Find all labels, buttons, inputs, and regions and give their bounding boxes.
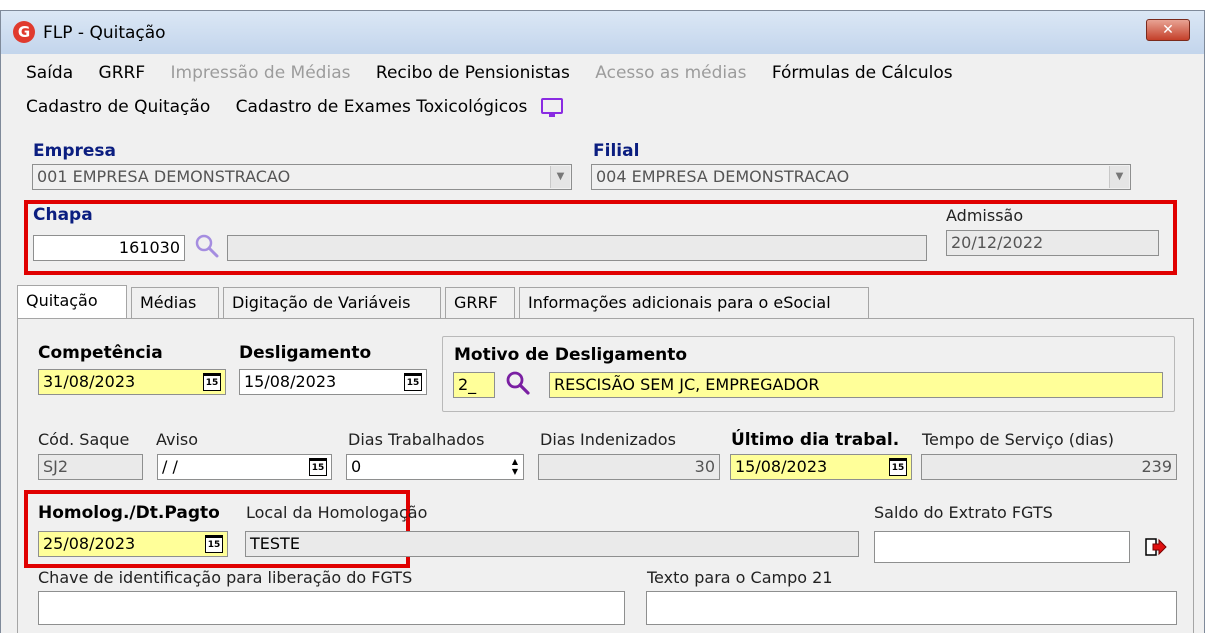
menu-acesso-medias: Acesso as médias [595,63,747,83]
filial-combo[interactable]: 004 EMPRESA DEMONSTRACAO ▼ [591,164,1131,190]
tab-digitacao-variaveis[interactable]: Digitação de Variáveis [223,287,441,319]
campo21-input[interactable] [646,591,1177,625]
title-bar[interactable]: G FLP - Quitação ✕ [1,11,1204,54]
admissao-label: Admissão [946,206,1024,225]
saldo-fgts-label: Saldo do Extrato FGTS [874,503,1053,522]
competencia-label: Competência [38,343,163,363]
local-homolog-label: Local da Homologação [246,503,428,522]
menu-saida[interactable]: Saída [26,63,73,83]
menu-bar-row-1: Saída GRRF Impressão de Médias Recibo de… [26,63,973,83]
chevron-down-icon[interactable]: ▼ [550,166,570,188]
menu-cadastro-exames[interactable]: Cadastro de Exames Toxicológicos [236,97,528,117]
chapa-name-field [227,235,927,261]
app-logo-icon: G [13,21,35,43]
tab-quitacao[interactable]: Quitação [17,285,127,319]
saldo-fgts-input[interactable] [874,531,1130,563]
aviso-label: Aviso [156,430,199,449]
monitor-icon[interactable] [540,98,563,117]
competencia-value: 31/08/2023 [43,372,136,391]
motivo-label: Motivo de Desligamento [454,345,688,365]
chave-fgts-label: Chave de identificação para liberação do… [38,568,413,587]
filial-label: Filial [593,141,640,161]
dias-trabalhados-label: Dias Trabalhados [348,430,485,449]
menu-impressao-medias: Impressão de Médias [170,63,351,83]
desligamento-value: 15/08/2023 [244,372,337,391]
ultimo-dia-label: Último dia trabal. [731,430,900,450]
chapa-label: Chapa [33,205,93,225]
empresa-value: 001 EMPRESA DEMONSTRACAO [37,167,291,186]
export-arrow-icon[interactable] [1143,536,1167,558]
admissao-field: 20/12/2022 [946,230,1159,256]
local-homolog-input[interactable]: TESTE [245,531,859,557]
ultimo-dia-value: 15/08/2023 [735,457,828,476]
homolog-value: 25/08/2023 [43,534,136,553]
menu-cadastro-quitacao[interactable]: Cadastro de Quitação [26,97,210,117]
ultimo-dia-input[interactable]: 15/08/2023 15 [730,454,912,480]
calendar-icon[interactable]: 15 [205,535,223,553]
chevron-down-icon[interactable]: ▼ [1109,166,1129,188]
tab-esocial[interactable]: Informações adicionais para o eSocial [519,287,869,319]
menu-formulas-calculos[interactable]: Fórmulas de Cálculos [772,63,953,83]
dias-trabalhados-input[interactable]: 0 ▲ ▼ [346,454,524,480]
dias-indenizados-field: 30 [538,454,720,480]
main-window: G FLP - Quitação ✕ Saída GRRF Impressão … [0,10,1205,633]
window-title: FLP - Quitação [43,23,166,43]
menu-recibo-pensionistas[interactable]: Recibo de Pensionistas [376,63,570,83]
menu-bar-row-2: Cadastro de Quitação Cadastro de Exames … [26,97,563,117]
motivo-desc-field: RESCISÃO SEM JC, EMPREGADOR [549,372,1163,398]
tempo-servico-label: Tempo de Serviço (dias) [922,430,1114,449]
dias-trabalhados-value: 0 [351,457,362,476]
homolog-label: Homolog./Dt.Pagto [38,503,220,523]
competencia-input[interactable]: 31/08/2023 15 [38,369,226,395]
filial-value: 004 EMPRESA DEMONSTRACAO [596,167,850,186]
calendar-icon[interactable]: 15 [309,458,327,476]
tempo-servico-field: 239 [921,454,1177,480]
cod-saque-label: Cód. Saque [38,430,130,449]
calendar-icon[interactable]: 15 [889,458,907,476]
close-button[interactable]: ✕ [1146,19,1190,41]
cod-saque-field: SJ2 [38,454,143,480]
empresa-label: Empresa [33,141,116,161]
homolog-input[interactable]: 25/08/2023 15 [38,531,228,557]
aviso-value: / / [162,457,178,476]
menu-grrf[interactable]: GRRF [99,63,146,83]
chave-fgts-input[interactable] [38,591,625,625]
calendar-icon[interactable]: 15 [404,373,422,391]
empresa-combo[interactable]: 001 EMPRESA DEMONSTRACAO ▼ [32,164,572,190]
desligamento-input[interactable]: 15/08/2023 15 [239,369,427,395]
tab-medias[interactable]: Médias [131,287,219,319]
search-icon[interactable] [194,233,220,259]
motivo-code-input[interactable]: 2_ [453,372,495,398]
spinner-icon[interactable]: ▲ ▼ [509,457,521,477]
chapa-input[interactable]: 161030 [33,235,185,261]
calendar-icon[interactable]: 15 [203,373,221,391]
dias-indenizados-label: Dias Indenizados [540,430,676,449]
aviso-input[interactable]: / / 15 [157,454,332,480]
tab-grrf[interactable]: GRRF [445,287,515,319]
desligamento-label: Desligamento [239,343,372,363]
campo21-label: Texto para o Campo 21 [647,568,833,587]
search-icon[interactable] [505,370,531,396]
